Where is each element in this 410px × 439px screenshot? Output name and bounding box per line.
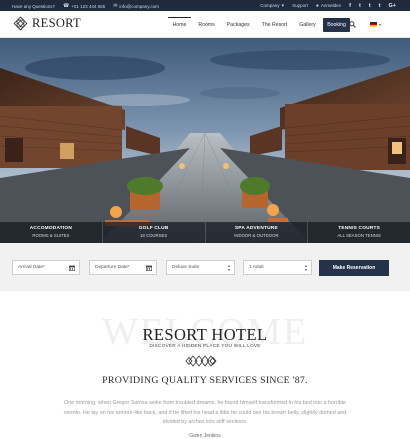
twitter-icon[interactable]: t [359, 3, 361, 9]
phone-icon: ☎ [63, 3, 70, 9]
nav-booking-button[interactable]: Booking [323, 17, 350, 32]
facebook-icon[interactable]: f [349, 3, 351, 9]
section-title: RESORT HOTEL [142, 325, 268, 344]
feature-subtitle: INDOOR & OUTDOOR [234, 233, 279, 238]
nav-the-resort[interactable]: The Resort [257, 18, 292, 32]
questions-text: Have any Questions? [12, 3, 56, 9]
arrival-date-placeholder: Arrival Date* [18, 265, 45, 270]
diamond-divider-icon [185, 355, 217, 367]
feature-subtitle: ALL SEASON TENNIS [337, 233, 381, 238]
mail-icon: ✉ [113, 3, 118, 9]
top-links: Company ▾ Support ● Anmelden f t t t G+ [260, 3, 396, 9]
company-menu[interactable]: Company ▾ [260, 3, 284, 9]
intro-paragraph: One morning, when Gregor Samsa woke from… [63, 400, 347, 425]
email-address: info@company.com [119, 3, 159, 9]
feature-tennis-courts[interactable]: TENNIS COURTS ALL SEASON TENNIS [308, 222, 410, 243]
feature-spa-adventure[interactable]: SPA ADVENTURE INDOOR & OUTDOOR [206, 222, 309, 243]
booking-bar: Arrival Date* Departure Date* Deluxe Sui… [0, 243, 410, 291]
login-link[interactable]: ● Anmelden [316, 3, 341, 9]
feature-title: SPA ADVENTURE [234, 226, 278, 231]
services-headline: PROVIDING QUALITY SERVICES SINCE '87. [102, 375, 308, 386]
hero-image [0, 38, 410, 243]
section-subtitle: DISCOVER A HIDDEN PLACE YOU WILL LOVE [149, 344, 261, 349]
site-header: RESORT Home Rooms Packages The Resort Ga… [0, 11, 410, 38]
feature-subtitle: ROOMS & SUITES [32, 233, 70, 238]
top-info-bar: Have any Questions? ☎ +01 123 444 555 ✉ … [0, 0, 410, 11]
nav-packages[interactable]: Packages [222, 18, 254, 32]
contact-info: Have any Questions? ☎ +01 123 444 555 ✉ … [12, 3, 159, 9]
user-icon: ● [315, 2, 319, 9]
main-nav: Home Rooms Packages The Resort Gallery B… [168, 17, 353, 32]
departure-date-placeholder: Departure Date* [95, 265, 130, 270]
feature-golf-club[interactable]: GOLF CLUB 18 COURSES [103, 222, 206, 243]
feature-title: GOLF CLUB [138, 226, 169, 231]
feature-title: TENNIS COURTS [338, 226, 381, 231]
email-link[interactable]: ✉ info@company.com [113, 3, 159, 9]
make-reservation-button[interactable]: Make Reservation [319, 260, 389, 276]
calendar-icon [146, 265, 152, 271]
select-arrows-icon: ▴ ▾ [227, 262, 230, 272]
welcome-section: WELCOME RESORT HOTEL DISCOVER A HIDDEN P… [0, 291, 410, 439]
feature-accomodation[interactable]: ACCOMODATION ROOMS & SUITES [0, 222, 103, 243]
feature-strip: ACCOMODATION ROOMS & SUITES GOLF CLUB 18… [0, 222, 410, 243]
login-label: Anmelden [320, 3, 342, 8]
guests-value: 1 Adult [249, 265, 264, 270]
tumblr-icon[interactable]: t [369, 3, 371, 9]
phone-link[interactable]: ☎ +01 123 444 555 [63, 3, 105, 9]
company-label: Company [260, 3, 280, 8]
language-chevron-icon[interactable]: ▾ [379, 22, 381, 27]
site-logo[interactable]: RESORT [13, 16, 81, 31]
guests-select[interactable]: 1 Adult ▴ ▾ [243, 260, 312, 275]
arrival-date-field[interactable]: Arrival Date* [12, 260, 80, 275]
signature: Gwen Jenkins [189, 433, 221, 439]
feature-title: ACCOMODATION [29, 226, 73, 231]
departure-date-field[interactable]: Departure Date* [89, 260, 157, 275]
nav-gallery[interactable]: Gallery [295, 18, 320, 32]
support-link[interactable]: Support [292, 3, 308, 8]
calendar-icon [69, 265, 75, 271]
resort-photo [0, 38, 410, 243]
google-plus-icon[interactable]: G+ [389, 3, 397, 9]
phone-number: +01 123 444 555 [71, 3, 106, 9]
feature-subtitle: 18 COURSES [140, 233, 168, 238]
logo-mark-icon [13, 16, 28, 31]
nav-rooms[interactable]: Rooms [194, 18, 219, 32]
room-type-select[interactable]: Deluxe Suite ▴ ▾ [166, 260, 235, 275]
search-icon[interactable] [349, 21, 356, 28]
room-type-value: Deluxe Suite [172, 265, 200, 270]
logo-text: RESORT [32, 16, 81, 30]
nav-home[interactable]: Home [168, 17, 191, 32]
tumblr-alt-icon[interactable]: t [379, 3, 381, 9]
chevron-down-icon: ▾ [281, 2, 285, 9]
german-flag-icon[interactable] [370, 22, 377, 27]
select-arrows-icon: ▴ ▾ [304, 262, 307, 272]
